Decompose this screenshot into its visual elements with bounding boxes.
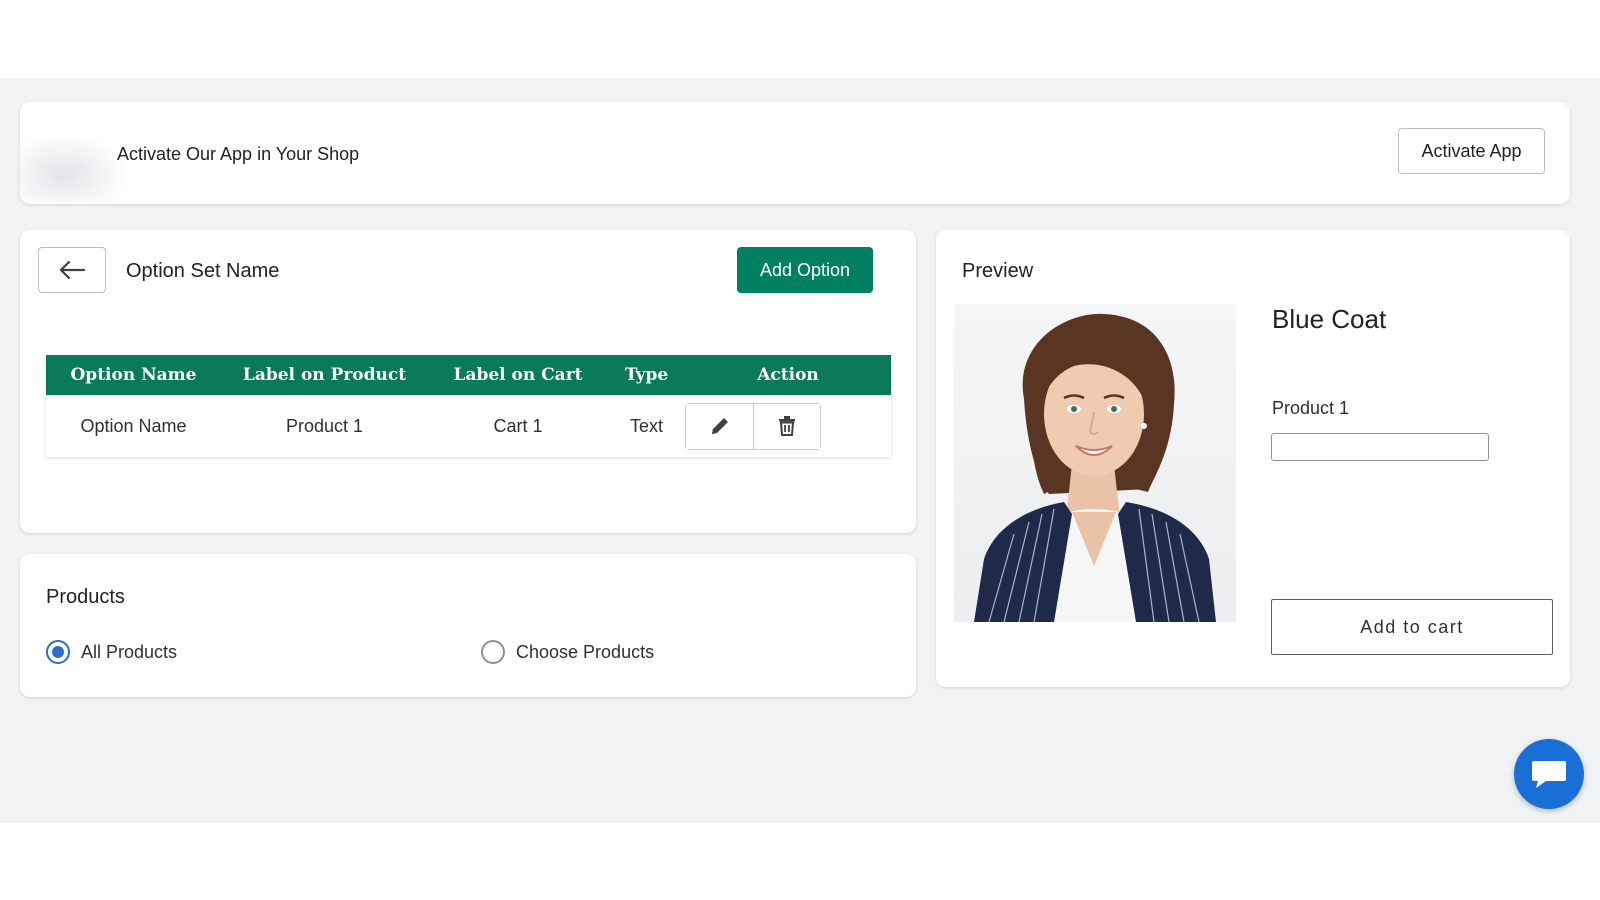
chat-bubble-icon [1532, 761, 1566, 788]
header-label-on-cart: Label on Cart [453, 365, 583, 385]
products-card: Products All Products Choose Products [20, 554, 916, 697]
radio-all-products[interactable]: All Products [46, 640, 177, 664]
header-type: Type [624, 365, 669, 385]
back-button[interactable] [38, 247, 106, 293]
radio-unchecked-icon[interactable] [481, 640, 505, 664]
pencil-icon [711, 418, 728, 434]
add-option-button[interactable]: Add Option [737, 247, 873, 293]
delete-button[interactable] [753, 403, 820, 449]
product-image [954, 304, 1236, 622]
header-option-name: Option Name [70, 365, 197, 385]
banner-decoration [20, 132, 130, 202]
trash-icon [779, 416, 795, 436]
cell-type: Text [629, 415, 663, 436]
radio-checked-icon[interactable] [46, 640, 70, 664]
preview-card: Preview Blue Coat Product 1 Add to cart [936, 230, 1570, 687]
product-option-label: Product 1 [1272, 398, 1350, 418]
chat-button[interactable] [1514, 739, 1584, 809]
cell-option-name: Option Name [80, 415, 187, 436]
table-row: Option Name Product 1 Cart 1 Text [46, 395, 891, 457]
action-button-group [685, 402, 821, 450]
add-to-cart-button[interactable]: Add to cart [1271, 599, 1553, 655]
activate-app-button[interactable]: Activate App [1398, 128, 1545, 174]
header-label-on-product: Label on Product [242, 365, 407, 385]
cell-label-on-product: Product 1 [285, 415, 364, 436]
header-action: Action [757, 365, 819, 385]
activation-banner: Activate Our App in Your Shop Activate A… [20, 102, 1570, 204]
radio-all-products-label: All Products [81, 641, 178, 662]
radio-choose-products-label: Choose Products [516, 641, 655, 662]
arrow-left-icon [59, 260, 86, 280]
cell-action [685, 402, 891, 450]
option-set-title: Option Set Name [126, 260, 280, 282]
edit-button[interactable] [686, 403, 753, 449]
table-header: Option Name Label on Product Label on Ca… [46, 355, 891, 395]
products-title: Products [46, 586, 125, 608]
options-table: Option Name Label on Product Label on Ca… [46, 355, 891, 457]
banner-text: Activate Our App in Your Shop [117, 144, 360, 164]
radio-choose-products[interactable]: Choose Products [481, 640, 654, 664]
cell-label-on-cart: Cart 1 [493, 415, 543, 436]
preview-title: Preview [962, 260, 1034, 282]
product-name: Blue Coat [1272, 304, 1387, 334]
option-set-card: Option Set Name Add Option Option Name L… [20, 230, 916, 533]
product-option-input[interactable] [1271, 433, 1489, 461]
product-photo-illustration [974, 313, 1216, 622]
